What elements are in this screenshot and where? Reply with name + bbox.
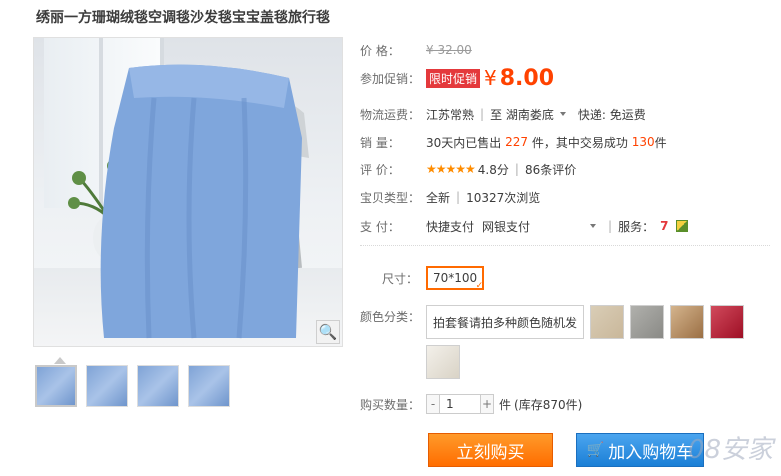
type-row: 宝贝类型： 全新 | 10327次浏览 [360, 190, 541, 205]
zoom-icon[interactable]: 🔍 [316, 320, 340, 344]
chevron-down-icon[interactable] [590, 224, 597, 228]
size-option-selected[interactable]: 70*100 [426, 266, 485, 291]
stock-info: (库存870件) [514, 397, 583, 412]
promo-price: 8.00 [499, 65, 555, 91]
cart-icon: 🛒 [586, 442, 605, 458]
size-row: 尺寸： 70*100 [360, 265, 485, 291]
quantity-row: 购买数量： - 1 + 件 (库存870件) [360, 394, 582, 414]
product-title: 绣丽一方珊瑚绒毯空调毯沙发毯宝宝盖毯旅行毯 [36, 10, 330, 26]
sales-count: 227 [505, 135, 529, 149]
seven-day-return-icon[interactable]: 7 [660, 219, 668, 233]
color-swatch-4[interactable] [710, 305, 745, 339]
price-label: 价 格： [360, 43, 400, 58]
sales-label: 销 量： [360, 135, 400, 150]
guarantee-icon[interactable] [676, 220, 689, 232]
sales-success: 130 [631, 135, 655, 149]
watermark-logo: 08安家 [687, 435, 773, 465]
promo-tag: 限时促销 [426, 68, 481, 88]
blanket-illustration [68, 64, 309, 339]
original-price: ¥ 32.00 [426, 43, 472, 57]
currency-symbol: ¥ [484, 66, 497, 90]
quantity-plus-button[interactable]: + [480, 394, 494, 414]
color-row: 颜色分类： 拍套餐请拍多种颜色随机发 [360, 305, 756, 379]
color-swatch-2[interactable] [630, 305, 665, 339]
buy-now-button[interactable]: 立刻购买 [428, 433, 553, 467]
payment-method-quick: 快捷支付 [426, 219, 475, 234]
payment-row: 支 付： 快捷支付 网银支付 | 服务： 7 [360, 216, 689, 236]
product-main-image[interactable]: 🔍 [33, 37, 343, 347]
shipping-row: 物流运费： 江苏常熟 | 至 湖南娄底 快递: 免运费 [360, 106, 646, 123]
thumbnail-3[interactable] [137, 365, 179, 407]
thumbnail-1[interactable] [35, 365, 77, 407]
divider [360, 245, 770, 246]
payment-label: 支 付： [360, 219, 400, 234]
promo-label: 参加促销： [360, 71, 421, 86]
add-to-cart-button[interactable]: 🛒 加入购物车 [576, 433, 704, 467]
sales-row: 销 量： 30天内已售出 227 件，其中交易成功 130 件 [360, 132, 667, 152]
thumbnail-list [35, 365, 230, 407]
add-to-cart-label: 加入购物车 [608, 442, 694, 463]
payment-method-bank: 网银支付 [482, 219, 531, 234]
star-rating-icon: ★★★★★ [426, 162, 476, 176]
shipping-to[interactable]: 湖南娄底 [506, 106, 554, 123]
chevron-down-icon[interactable] [559, 112, 566, 116]
sales-mid: 件，其中交易成功 [531, 135, 628, 150]
rating-row: 评 价： ★★★★★ 4.8分 | 86条评价 [360, 161, 577, 178]
thumbnail-2[interactable] [86, 365, 128, 407]
service-label: 服务： [618, 219, 655, 234]
shipping-from: 江苏常熟 [426, 107, 475, 122]
color-options: 拍套餐请拍多种颜色随机发 [426, 305, 756, 379]
view-count: 10327次浏览 [466, 190, 541, 205]
buy-now-label: 立刻购买 [456, 442, 525, 463]
shipping-to-prefix: 至 [490, 107, 503, 122]
color-swatch-1[interactable] [590, 305, 625, 339]
quantity-stepper: - 1 + [426, 394, 494, 414]
color-swatch-5[interactable] [426, 345, 460, 379]
color-swatch-3[interactable] [670, 305, 705, 339]
type-label: 宝贝类型： [360, 190, 421, 205]
promo-row: 参加促销： 限时促销 ¥ 8.00 [360, 65, 555, 91]
color-option-text[interactable]: 拍套餐请拍多种颜色随机发 [426, 305, 585, 339]
quantity-unit: 件 [499, 397, 512, 412]
color-label: 颜色分类： [360, 310, 421, 324]
thumbnail-4[interactable] [188, 365, 230, 407]
price-row: 价 格： ¥ 32.00 [360, 40, 472, 60]
sales-unit: 件 [654, 135, 667, 150]
quantity-minus-button[interactable]: - [426, 394, 440, 414]
thumb-indicator [54, 357, 66, 364]
review-count-link[interactable]: 86条评价 [525, 161, 576, 178]
sales-prefix: 30天内已售出 [426, 135, 502, 150]
quantity-input[interactable]: 1 [440, 394, 480, 414]
size-label: 尺寸： [381, 271, 418, 286]
shipping-label: 物流运费： [360, 107, 421, 122]
shipping-fee: 快递: 免运费 [577, 107, 646, 122]
quantity-label: 购买数量： [360, 397, 421, 412]
type-value: 全新 [426, 190, 451, 205]
rating-score: 4.8分 [477, 162, 509, 177]
rating-label: 评 价： [360, 162, 400, 177]
